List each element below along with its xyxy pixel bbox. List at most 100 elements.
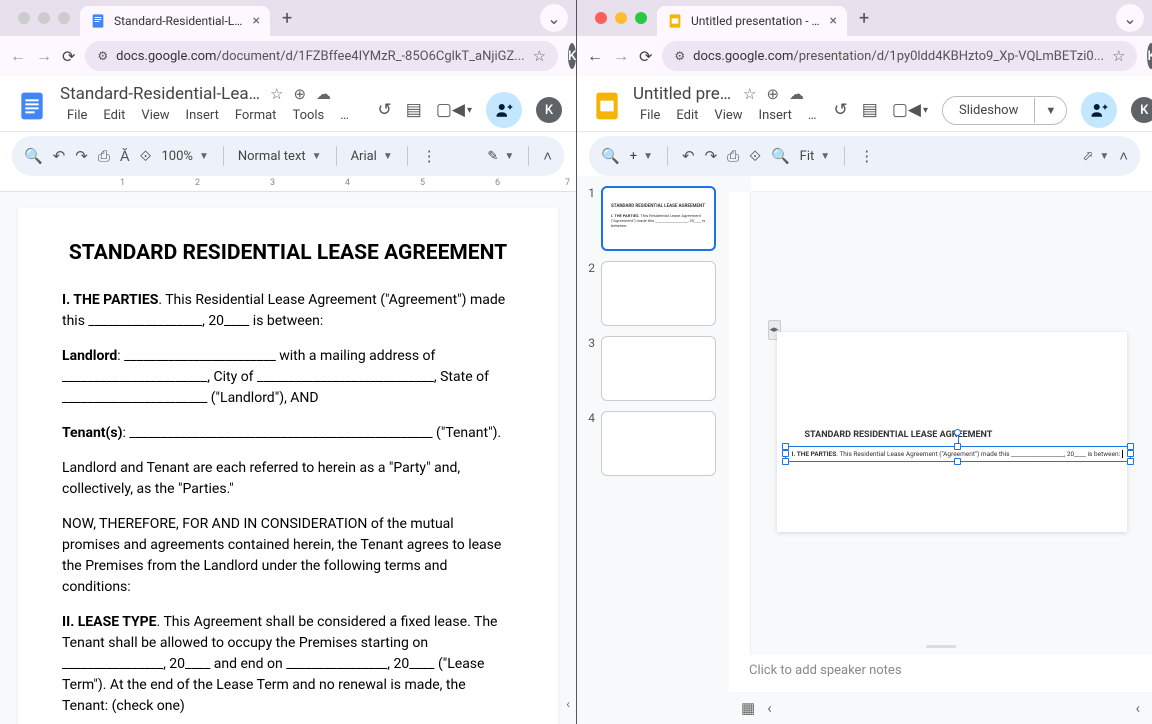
rotate-handle[interactable]: [954, 429, 961, 436]
zoom-icon[interactable]: 🔍: [771, 147, 790, 165]
spellcheck-icon[interactable]: Ă: [120, 147, 130, 165]
traffic-close[interactable]: [595, 12, 607, 24]
menu-edit[interactable]: Edit: [669, 106, 705, 125]
cloud-status-icon[interactable]: ☁: [789, 85, 804, 103]
document-page[interactable]: STANDARD RESIDENTIAL LEASE AGREEMENT I. …: [18, 208, 558, 724]
resize-handle[interactable]: [1127, 458, 1134, 465]
presentation-title[interactable]: Untitled pres...: [633, 84, 733, 104]
document-title[interactable]: Standard-Residential-Lease-A...: [60, 84, 260, 104]
fit-select[interactable]: Fit ▼: [800, 149, 831, 164]
menu-more[interactable]: …: [333, 106, 356, 125]
resize-handle[interactable]: [1127, 443, 1134, 450]
comments-icon[interactable]: ▤: [406, 100, 422, 120]
bookmark-star-icon[interactable]: ☆: [533, 47, 546, 65]
slide-thumbnail-4[interactable]: [601, 411, 716, 476]
slide-page[interactable]: STANDARD RESIDENTIAL LEASE AGREEMENT I: [777, 332, 1127, 532]
url-input[interactable]: ⚙ docs.google.com/document/d/1FZBffee4IY…: [85, 41, 558, 71]
new-tab-button[interactable]: +: [851, 8, 877, 29]
print-icon[interactable]: ⎙: [98, 147, 110, 165]
menu-more[interactable]: …: [801, 106, 824, 125]
pointer-mode-select[interactable]: ⬀ ▼: [1082, 149, 1109, 164]
forward-button[interactable]: →: [36, 46, 52, 66]
traffic-close[interactable]: [18, 12, 30, 24]
account-avatar[interactable]: K: [1131, 97, 1152, 123]
slideshow-button[interactable]: Slideshow: [943, 97, 1034, 124]
resize-handle[interactable]: [782, 443, 789, 450]
slide-title[interactable]: STANDARD RESIDENTIAL LEASE AGREEMENT: [805, 430, 993, 440]
profile-avatar[interactable]: K: [1147, 43, 1152, 69]
resize-handle[interactable]: [954, 443, 961, 450]
redo-icon[interactable]: ↷: [705, 147, 718, 165]
reload-button[interactable]: ⟳: [62, 47, 75, 66]
undo-icon[interactable]: ↶: [682, 147, 695, 165]
resize-handle[interactable]: [1127, 450, 1134, 457]
menu-view[interactable]: View: [707, 106, 749, 125]
tab-close-icon[interactable]: ×: [253, 13, 260, 29]
profile-avatar[interactable]: K: [568, 43, 576, 69]
reload-button[interactable]: ⟳: [639, 47, 652, 66]
move-icon[interactable]: ⊕: [766, 85, 779, 103]
traffic-min[interactable]: [38, 12, 50, 24]
menu-file[interactable]: File: [633, 106, 667, 125]
zoom-select[interactable]: 100%▼: [161, 149, 208, 164]
menu-format[interactable]: Format: [228, 106, 284, 125]
editing-mode-select[interactable]: ✎ ▼: [487, 149, 514, 164]
slide-canvas[interactable]: ◂▸ STANDARD RESIDENTIAL LEASE AGREEMENT: [751, 192, 1152, 655]
url-input[interactable]: ⚙ docs.google.com/presentation/d/1py0ldd…: [662, 41, 1137, 71]
resize-handle[interactable]: [954, 458, 961, 465]
history-icon[interactable]: ↺: [834, 100, 848, 120]
menu-insert[interactable]: Insert: [179, 106, 226, 125]
explore-icon[interactable]: ‹: [1135, 699, 1140, 717]
slide-textbox-selected[interactable]: I. THE PARTIES. This Residential Lease A…: [785, 446, 1131, 462]
style-select[interactable]: Normal text▼: [238, 149, 322, 164]
traffic-max[interactable]: [58, 12, 70, 24]
back-button[interactable]: ←: [10, 46, 26, 66]
undo-icon[interactable]: ↶: [53, 147, 66, 165]
collapse-icon[interactable]: ‹: [767, 699, 772, 717]
back-button[interactable]: ←: [587, 46, 603, 66]
toolbar-more-icon[interactable]: ⋮: [422, 147, 437, 165]
slide-thumbnail-2[interactable]: [601, 261, 716, 326]
paint-format-icon[interactable]: ⟐: [749, 147, 761, 165]
site-info-icon[interactable]: ⚙: [674, 49, 685, 63]
menu-insert[interactable]: Insert: [752, 106, 799, 125]
tab-close-icon[interactable]: ×: [830, 13, 837, 29]
document-canvas[interactable]: STANDARD RESIDENTIAL LEASE AGREEMENT I. …: [0, 192, 576, 724]
collapse-panel-icon[interactable]: ˄: [1119, 147, 1128, 165]
side-panel-collapse-icon[interactable]: ‹: [560, 692, 576, 716]
new-slide-button[interactable]: + ▼: [630, 149, 653, 164]
star-icon[interactable]: ☆: [743, 85, 756, 103]
menu-file[interactable]: File: [60, 106, 94, 125]
star-icon[interactable]: ☆: [270, 85, 283, 103]
traffic-min[interactable]: [615, 12, 627, 24]
collapse-panel-icon[interactable]: ˄: [543, 147, 552, 165]
speaker-notes-resize-handle[interactable]: [926, 645, 956, 648]
tab-overflow-button[interactable]: ⌄: [540, 4, 568, 32]
horizontal-ruler[interactable]: [751, 176, 1152, 192]
slide-thumbnail-panel[interactable]: 1 STANDARD RESIDENTIAL LEASE AGREEMENTI.…: [577, 176, 729, 724]
browser-tab[interactable]: Untitled presentation - Googl ×: [657, 6, 847, 36]
new-tab-button[interactable]: +: [274, 8, 300, 29]
menu-tools[interactable]: Tools: [285, 106, 331, 125]
move-icon[interactable]: ⊕: [293, 85, 306, 103]
comments-icon[interactable]: ▤: [862, 100, 878, 120]
forward-button[interactable]: →: [613, 46, 629, 66]
print-icon[interactable]: ⎙: [727, 147, 739, 165]
meet-icon[interactable]: ▢◀ ▾: [892, 100, 928, 120]
site-info-icon[interactable]: ⚙: [97, 49, 108, 63]
horizontal-ruler[interactable]: 1 2 3 4 5 6 7: [0, 176, 576, 192]
speaker-notes[interactable]: Click to add speaker notes: [729, 650, 1152, 692]
slideshow-dropdown[interactable]: ▼: [1034, 98, 1066, 123]
slides-logo-icon[interactable]: [591, 88, 623, 124]
slide-thumbnail-1[interactable]: STANDARD RESIDENTIAL LEASE AGREEMENTI. T…: [601, 186, 716, 251]
menu-view[interactable]: View: [134, 106, 176, 125]
cloud-status-icon[interactable]: ☁: [316, 85, 331, 103]
tab-overflow-button[interactable]: ⌄: [1116, 4, 1144, 32]
slide-thumbnail-3[interactable]: [601, 336, 716, 401]
bookmark-star-icon[interactable]: ☆: [1112, 47, 1125, 65]
search-icon[interactable]: 🔍: [601, 147, 620, 165]
vertical-ruler[interactable]: [729, 192, 751, 655]
browser-tab[interactable]: Standard-Residential-Lease- ×: [80, 6, 270, 36]
search-icon[interactable]: 🔍: [24, 147, 43, 165]
menu-edit[interactable]: Edit: [96, 106, 132, 125]
